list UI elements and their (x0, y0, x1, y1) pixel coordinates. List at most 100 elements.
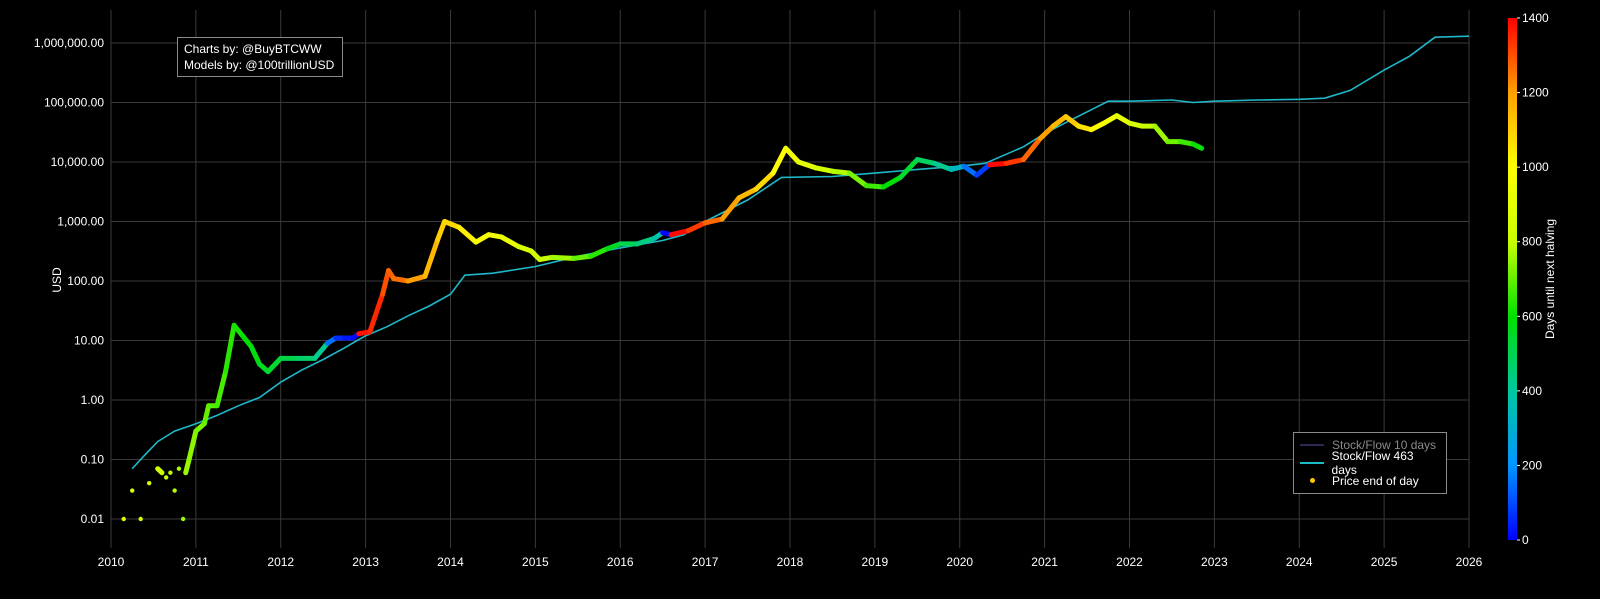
colorbar-tick-label: 1000 (1522, 160, 1549, 174)
price-point (223, 369, 228, 374)
price-point (770, 170, 776, 176)
price-point (571, 256, 576, 261)
y-tick-label: 0.10 (81, 453, 105, 467)
legend: Stock/Flow 10 days Stock/Flow 463 days P… (1293, 432, 1447, 494)
x-tick-label: 2018 (777, 555, 804, 569)
price-point (605, 246, 610, 251)
price-point (1178, 139, 1183, 144)
price-point (719, 216, 725, 222)
legend-item-sf463: Stock/Flow 463 days (1300, 449, 1440, 477)
x-tick-label: 2011 (183, 555, 209, 569)
price-point (528, 248, 534, 254)
price-point (380, 292, 385, 297)
credits-box: Charts by: @BuyBTCWW Models by: @100tril… (177, 37, 343, 77)
price-point (618, 241, 623, 247)
x-tick-label: 2019 (862, 555, 889, 569)
x-tick-label: 2016 (607, 555, 634, 569)
price-point (1038, 136, 1043, 141)
price-point (193, 428, 199, 434)
x-tick-label: 2024 (1286, 555, 1313, 569)
chart-svg: 2010 2011 2012 2013 2014 2015 2016 2017 2018 2019… (0, 0, 1600, 594)
price-point (537, 257, 542, 262)
x-tick-label: 2026 (1456, 555, 1483, 569)
y-tick-label: 100.00 (67, 274, 104, 288)
x-tick-label: 2015 (522, 555, 549, 569)
colorbar-tick-label: 800 (1522, 235, 1542, 249)
y-tick-label: 100,000.00 (44, 96, 104, 110)
price-point (442, 219, 447, 224)
price-point (180, 516, 186, 522)
price-point (456, 225, 462, 230)
price-point (168, 470, 173, 475)
price-point (342, 335, 347, 341)
colorbar-tick-label: 400 (1522, 384, 1542, 398)
price-point (915, 157, 920, 162)
price-point (312, 356, 317, 361)
price-point (186, 457, 192, 462)
price-point (864, 183, 869, 188)
price-point (356, 331, 362, 336)
price-point (325, 341, 330, 346)
legend-swatch-sf10 (1300, 440, 1324, 450)
price-point (386, 268, 391, 273)
price-point (516, 244, 521, 249)
y-tick-label: 0.01 (81, 512, 105, 526)
price-point (435, 237, 440, 242)
price-point (660, 230, 665, 235)
price-point (486, 232, 491, 237)
price-point (1127, 120, 1132, 126)
x-tick-label: 2022 (1116, 555, 1143, 569)
colorbar-tick-label: 1400 (1522, 11, 1549, 25)
price-point (685, 228, 691, 233)
legend-swatch-sf463 (1300, 458, 1324, 468)
price-point (231, 323, 237, 328)
price-point (1199, 146, 1204, 151)
x-tick-label: 2021 (1031, 555, 1058, 569)
price-point (1089, 127, 1094, 132)
price-point (1165, 139, 1170, 144)
y-tick-label: 1,000.00 (57, 215, 104, 229)
price-point (214, 403, 220, 408)
price-point (736, 195, 742, 201)
x-tick-label: 2020 (946, 555, 973, 569)
colorbar-tick-label: 600 (1522, 309, 1542, 323)
price-point (333, 335, 339, 341)
price-point (1152, 123, 1158, 129)
price-segment (863, 183, 886, 190)
legend-label-price: Price end of day (1332, 474, 1419, 488)
price-point (550, 255, 555, 260)
price-point (176, 466, 182, 471)
price-point (898, 175, 903, 180)
price-point (202, 421, 207, 426)
price-point (257, 361, 262, 367)
price-point (796, 159, 801, 165)
price-point (350, 335, 356, 341)
price-point (1050, 123, 1056, 129)
colorbar-gradient (1508, 18, 1517, 540)
price-point (635, 241, 640, 247)
price-point (367, 329, 373, 335)
price-point (1021, 157, 1026, 162)
price-point (1114, 113, 1119, 118)
credit-charts-by: Charts by: @BuyBTCWW (184, 42, 322, 56)
x-tick-label: 2013 (352, 555, 379, 569)
price-point (1190, 141, 1196, 147)
price-point (278, 356, 283, 361)
price-point (702, 220, 708, 226)
price-point (1004, 161, 1009, 166)
price-point (949, 167, 954, 172)
chart: 2010 2011 2012 2013 2014 2015 2016 2017 2018 2019… (0, 0, 1600, 594)
price-point (974, 173, 979, 178)
price-segment (571, 253, 594, 261)
price-segment (986, 160, 1009, 168)
price-point (155, 466, 160, 471)
price-point (847, 170, 852, 176)
y-tick-label: 10,000.00 (51, 155, 105, 169)
price-point (1063, 114, 1069, 119)
price-point (240, 333, 245, 338)
colorbar-tick-label: 1200 (1522, 86, 1549, 100)
price-point (248, 344, 254, 349)
price-point (422, 274, 428, 279)
price-point (830, 169, 835, 174)
y-tick-label: 10.00 (74, 334, 104, 348)
